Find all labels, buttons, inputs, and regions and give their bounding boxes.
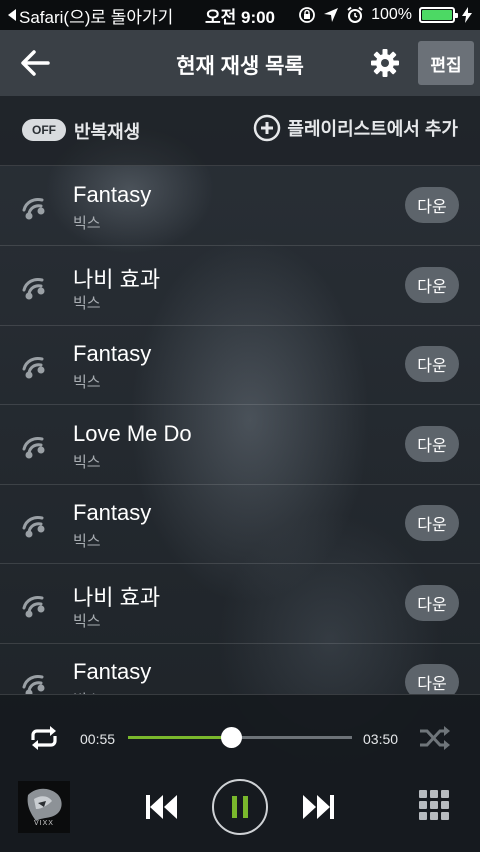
song-artist: 빅스: [73, 294, 101, 312]
download-button[interactable]: 다운: [405, 266, 459, 303]
total-time: 03:50: [363, 731, 399, 747]
album-thumbnail[interactable]: VIXX: [18, 781, 70, 833]
music-note-icon: [22, 595, 45, 617]
song-title: Fantasy: [73, 659, 152, 684]
music-note-icon: [22, 436, 45, 458]
page-title: 현재 재생 목록: [176, 55, 304, 78]
song-title: Fantasy: [73, 500, 152, 525]
playlist-toolbar: OFF 반복재생 플레이리스트에서 추가: [0, 96, 480, 166]
song-row[interactable]: 나비 효과빅스 다운: [0, 246, 480, 326]
song-row[interactable]: Fantasy 빅스 다운: [0, 325, 480, 405]
add-from-playlist-label: 플레이리스트에서 추가: [287, 119, 458, 139]
song-row[interactable]: Fantasy빅스다운: [0, 643, 480, 694]
pause-button[interactable]: [212, 779, 268, 835]
plus-circle-icon: [254, 114, 281, 142]
repeat-label: 반복재생: [74, 122, 141, 142]
alarm-icon: [347, 6, 363, 23]
back-triangle-icon: [8, 9, 16, 21]
music-note-icon: [22, 516, 45, 538]
header-bar: 현재 재생 목록 편집: [0, 30, 480, 96]
shuffle-icon[interactable]: [418, 723, 452, 753]
song-title: Fantasy: [73, 341, 152, 366]
music-note-icon: [22, 277, 45, 299]
music-note-icon: [22, 675, 45, 694]
back-arrow-icon[interactable]: [18, 46, 52, 80]
song-artist: 빅스: [73, 215, 101, 232]
song-row[interactable]: Fantasy 빅스 다운: [0, 166, 480, 246]
progress-slider[interactable]: [128, 727, 352, 748]
edit-button[interactable]: 편집: [418, 41, 474, 85]
song-artist: 빅스: [73, 374, 101, 391]
song-title: 나비 효과: [73, 584, 161, 610]
song-row[interactable]: Fantasy 빅스 다운: [0, 484, 480, 564]
song-title: 나비 효과: [73, 266, 161, 292]
music-note-icon: [22, 198, 45, 220]
song-artist: 빅스: [73, 453, 101, 471]
download-button[interactable]: 다운: [405, 425, 459, 462]
repeat-icon[interactable]: [26, 723, 62, 753]
status-bar: Safari(으)로 돌아가기 오전 9:00 100%: [0, 0, 480, 30]
download-button[interactable]: 다운: [405, 584, 459, 621]
elapsed-time: 00:55: [80, 731, 116, 747]
download-button[interactable]: 다운: [405, 664, 459, 694]
download-button[interactable]: 다운: [405, 346, 459, 382]
download-button[interactable]: 다운: [405, 187, 459, 223]
status-time: 오전 9:00: [204, 7, 276, 27]
progress-fill: [128, 736, 231, 739]
album-logo-text: VIXX: [34, 820, 54, 827]
song-title: Fantasy: [73, 182, 152, 207]
player-bar: 00:55 03:50 VIXX: [0, 694, 480, 852]
song-artist: 빅스: [73, 612, 101, 630]
song-title: Love Me Do: [73, 420, 192, 446]
gear-icon[interactable]: [370, 48, 400, 78]
grid-menu-icon[interactable]: [418, 789, 450, 821]
back-to-safari-label: Safari(으)로 돌아가기: [19, 7, 174, 27]
location-icon: [324, 8, 339, 22]
song-row[interactable]: 나비 효과빅스 다운: [0, 564, 480, 644]
battery-percent: 100%: [371, 6, 412, 23]
next-icon[interactable]: [300, 791, 336, 823]
pause-icon: [232, 796, 248, 818]
back-to-safari[interactable]: Safari(으)로 돌아가기: [8, 3, 173, 28]
repeat-toggle[interactable]: OFF: [22, 119, 66, 141]
song-list: Fantasy 빅스 다운 나비 효과 빅스 다운 Fantasy 빅스 다운 Love Me D…: [0, 166, 480, 694]
charging-icon: [462, 7, 472, 23]
progress-thumb[interactable]: [221, 727, 242, 748]
song-artist: 빅스: [73, 533, 101, 550]
add-from-playlist-button[interactable]: 플레이리스트에서 추가: [253, 114, 458, 142]
battery-icon: [419, 7, 458, 23]
music-note-icon: [22, 357, 45, 379]
download-button[interactable]: 다운: [405, 505, 459, 541]
previous-icon[interactable]: [144, 791, 180, 823]
song-row[interactable]: Love Me Do 빅스 다운: [0, 405, 480, 485]
rotation-lock-icon: [299, 7, 315, 23]
